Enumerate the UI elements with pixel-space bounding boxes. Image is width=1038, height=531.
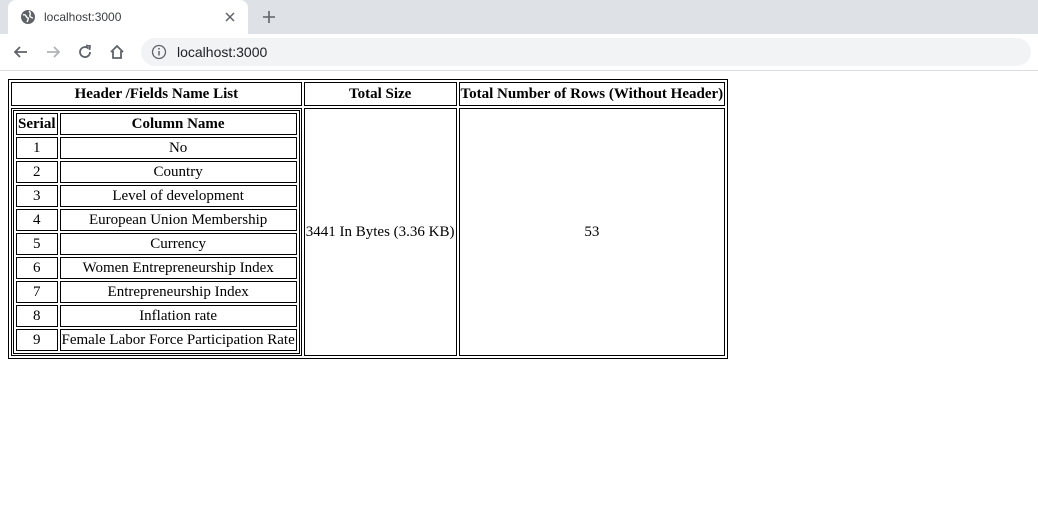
column-name-cell: No [59,137,297,159]
home-icon[interactable] [101,38,133,66]
address-bar[interactable]: localhost:3000 [141,38,1031,66]
close-icon[interactable] [222,9,238,25]
column-name-cell: Currency [59,233,297,255]
serial-cell: 9 [16,329,58,351]
table-row: 6 Women Entrepreneurship Index [16,257,297,279]
table-row: 1 No [16,137,297,159]
column-name-cell: Country [59,161,297,183]
header-serial: Serial [16,113,58,135]
table-row: 3 Level of development [16,185,297,207]
table-row: 2 Country [16,161,297,183]
globe-icon [20,9,36,25]
browser-toolbar: localhost:3000 [0,34,1038,71]
table-row: 5 Currency [16,233,297,255]
url-text: localhost:3000 [177,44,268,60]
back-icon[interactable] [5,38,37,66]
tab-title: localhost:3000 [44,10,122,24]
serial-cell: 4 [16,209,58,231]
table-row: 4 European Union Membership [16,209,297,231]
new-tab-icon[interactable] [260,8,278,26]
page-content: Header /Fields Name List Total Size Tota… [0,71,1038,367]
column-name-cell: Female Labor Force Participation Rate [59,329,297,351]
total-rows: 53 [458,108,726,356]
column-name-cell: European Union Membership [59,209,297,231]
serial-cell: 2 [16,161,58,183]
serial-cell: 1 [16,137,58,159]
browser-tab[interactable]: localhost:3000 [8,0,248,34]
summary-table: Header /Fields Name List Total Size Tota… [8,79,729,359]
serial-cell: 5 [16,233,58,255]
fields-cell: Serial Column Name 1 No 2 Country 3 Level of … [11,108,302,356]
table-row: 9 Female Labor Force Participation Rate [16,329,297,351]
header-size: Total Size [303,82,457,106]
info-icon[interactable] [151,44,167,60]
header-fields: Header /Fields Name List [11,82,302,106]
serial-cell: 3 [16,185,58,207]
table-row: 7 Entrepreneurship Index [16,281,297,303]
column-name-cell: Inflation rate [59,305,297,327]
total-size: 3441 In Bytes (3.36 KB) [303,108,457,356]
serial-cell: 6 [16,257,58,279]
column-name-cell: Level of development [59,185,297,207]
fields-table: Serial Column Name 1 No 2 Country 3 Level of … [13,110,300,354]
reload-icon[interactable] [69,38,101,66]
table-row: 8 Inflation rate [16,305,297,327]
column-name-cell: Women Entrepreneurship Index [59,257,297,279]
header-column-name: Column Name [59,113,297,135]
header-rows: Total Number of Rows (Without Header) [458,82,726,106]
serial-cell: 8 [16,305,58,327]
forward-icon[interactable] [37,38,69,66]
column-name-cell: Entrepreneurship Index [59,281,297,303]
serial-cell: 7 [16,281,58,303]
tab-strip: localhost:3000 [0,0,1038,34]
